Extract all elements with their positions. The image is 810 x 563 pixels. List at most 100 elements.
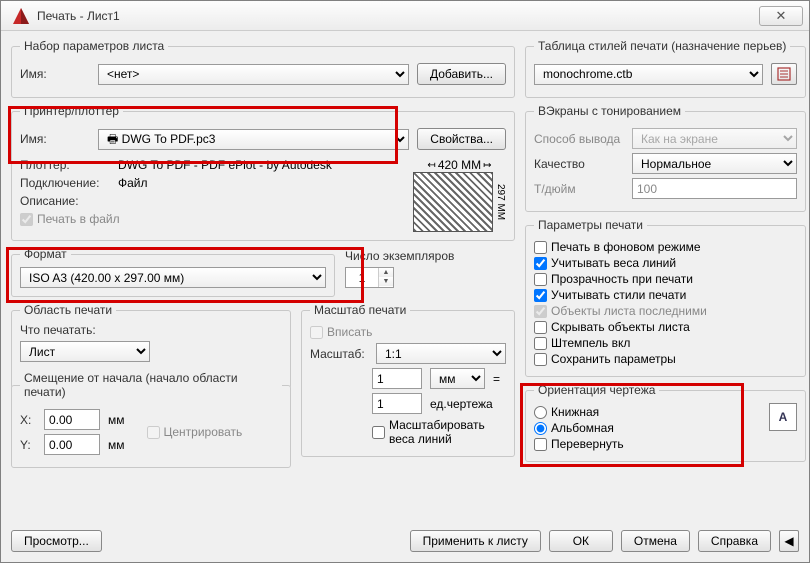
page-setup-group: Набор параметров листа Имя: <нет> Добави… <box>11 39 515 98</box>
close-button[interactable]: ✕ <box>759 6 803 26</box>
plot-scale-group: Масштаб печати Вписать Масштаб: 1:1 мм = е… <box>301 303 515 457</box>
plot-option-label-1: Учитывать веса линий <box>551 256 676 270</box>
plot-option-label-4: Объекты листа последними <box>551 304 707 318</box>
printer-group: Принтер/плоттер Имя: 🖶 DWG To PDF.pc3 Св… <box>11 104 515 241</box>
plot-option-label-7: Сохранить параметры <box>551 352 676 366</box>
connection-value: Файл <box>118 176 148 190</box>
what-to-plot-select[interactable]: Лист <box>20 341 150 362</box>
center-checkbox <box>147 426 160 439</box>
landscape-radio[interactable] <box>534 422 547 435</box>
dialog-footer: Просмотр... Применить к листу ОК Отмена … <box>1 524 809 562</box>
scale-select[interactable]: 1:1 <box>376 343 506 364</box>
plot-option-checkbox-0[interactable] <box>534 241 547 254</box>
dpi-input <box>632 178 797 199</box>
equals-sign: = <box>493 372 500 386</box>
print-to-file-label: Печать в файл <box>37 212 120 226</box>
print-dialog: Печать - Лист1 ✕ Набор параметров листа … <box>0 0 810 563</box>
app-logo-icon <box>11 6 31 26</box>
plot-option-checkbox-4 <box>534 305 547 318</box>
portrait-radio[interactable] <box>534 406 547 419</box>
plot-offset-legend: Смещение от начала (начало области печат… <box>20 371 282 399</box>
apply-to-layout-button[interactable]: Применить к листу <box>410 530 541 552</box>
offset-x-input[interactable] <box>44 409 100 430</box>
paper-height-label: 297 MM <box>495 184 506 220</box>
fit-checkbox <box>310 326 323 339</box>
window-title: Печать - Лист1 <box>37 9 759 23</box>
what-to-plot-label: Что печатать: <box>20 323 282 337</box>
scale-numerator-input[interactable] <box>372 368 422 389</box>
landscape-label: Альбомная <box>551 421 614 435</box>
plot-style-select[interactable]: monochrome.ctb <box>534 64 763 85</box>
shade-mode-label: Способ вывода <box>534 132 624 146</box>
spin-up[interactable]: ▲ <box>379 268 393 277</box>
printer-properties-button[interactable]: Свойства... <box>417 128 506 150</box>
scale-label: Масштаб: <box>310 347 368 361</box>
scale-denominator-input[interactable] <box>372 393 422 414</box>
plot-option-checkbox-7[interactable] <box>534 353 547 366</box>
plot-option-checkbox-1[interactable] <box>534 257 547 270</box>
help-button[interactable]: Справка <box>698 530 771 552</box>
titlebar: Печать - Лист1 ✕ <box>1 1 809 31</box>
plot-option-label-0: Печать в фоновом режиме <box>551 240 701 254</box>
offset-y-unit: мм <box>108 438 125 452</box>
scale-lineweights-checkbox[interactable] <box>372 426 385 439</box>
orientation-legend: Ориентация чертежа <box>534 383 659 397</box>
offset-y-input[interactable] <box>44 434 100 455</box>
upside-down-label: Перевернуть <box>551 437 624 451</box>
quality-label: Качество <box>534 157 624 171</box>
shade-mode-select: Как на экране <box>632 128 797 149</box>
page-setup-name-label: Имя: <box>20 67 90 81</box>
plot-option-checkbox-5[interactable] <box>534 321 547 334</box>
quality-select[interactable]: Нормальное <box>632 153 797 174</box>
orientation-icon: A <box>769 403 797 431</box>
offset-x-label: X: <box>20 413 36 427</box>
plotter-label: Плоттер: <box>20 158 110 172</box>
fit-label: Вписать <box>327 325 372 339</box>
plot-option-label-5: Скрывать объекты листа <box>551 320 690 334</box>
printer-name-label: Имя: <box>20 132 90 146</box>
plot-scale-legend: Масштаб печати <box>310 303 410 317</box>
plot-option-checkbox-2[interactable] <box>534 273 547 286</box>
preview-button[interactable]: Просмотр... <box>11 530 102 552</box>
printer-name-select[interactable]: 🖶 DWG To PDF.pc3 <box>98 129 409 150</box>
plot-option-label-6: Штемпель вкл <box>551 336 630 350</box>
copies-spinner[interactable]: ▲▼ <box>345 267 394 288</box>
shaded-viewport-legend: ВЭкраны с тонированием <box>534 104 685 118</box>
cancel-button[interactable]: Отмена <box>621 530 690 552</box>
plot-styles-group: Таблица стилей печати (назначение перьев… <box>525 39 806 98</box>
orientation-group: Ориентация чертежа Книжная Альбомная Пер… <box>525 383 806 462</box>
copies-label: Число экземпляров <box>345 249 515 263</box>
paper-format-select[interactable]: ISO A3 (420.00 x 297.00 мм) <box>20 267 326 288</box>
scale-lineweights-label: Масштабировать веса линий <box>389 418 506 446</box>
print-to-file-checkbox <box>20 213 33 226</box>
plotter-value: DWG To PDF - PDF ePlot - by Autodesk <box>118 158 332 172</box>
edit-plot-style-button[interactable] <box>771 63 797 85</box>
shaded-viewport-group: ВЭкраны с тонированием Способ вывода Как … <box>525 104 806 212</box>
spin-down[interactable]: ▼ <box>379 277 393 286</box>
plot-styles-legend: Таблица стилей печати (назначение перьев… <box>534 39 790 53</box>
drawing-unit-label: ед.чертежа <box>430 397 493 411</box>
expand-button[interactable]: ◀ <box>779 530 799 552</box>
format-group: Формат ISO A3 (420.00 x 297.00 мм) <box>11 247 335 297</box>
upside-down-checkbox[interactable] <box>534 438 547 451</box>
printer-legend: Принтер/плоттер <box>20 104 123 118</box>
center-label: Центрировать <box>164 425 243 439</box>
portrait-label: Книжная <box>551 405 599 419</box>
paper-width-label: 420 MM <box>438 158 481 172</box>
page-setup-legend: Набор параметров листа <box>20 39 168 53</box>
plot-area-legend: Область печати <box>20 303 116 317</box>
plot-option-checkbox-3[interactable] <box>534 289 547 302</box>
connection-label: Подключение: <box>20 176 110 190</box>
offset-x-unit: мм <box>108 413 125 427</box>
scale-unit-select[interactable]: мм <box>430 368 485 389</box>
ok-button[interactable]: ОК <box>549 530 613 552</box>
plot-option-checkbox-6[interactable] <box>534 337 547 350</box>
page-setup-name-select[interactable]: <нет> <box>98 64 409 85</box>
format-legend: Формат <box>20 247 71 261</box>
plot-option-label-3: Учитывать стили печати <box>551 288 686 302</box>
copies-input[interactable] <box>346 268 378 287</box>
add-page-setup-button[interactable]: Добавить... <box>417 63 506 85</box>
plot-options-group: Параметры печати Печать в фоновом режиме… <box>525 218 806 377</box>
plot-option-label-2: Прозрачность при печати <box>551 272 693 286</box>
description-label: Описание: <box>20 194 110 208</box>
